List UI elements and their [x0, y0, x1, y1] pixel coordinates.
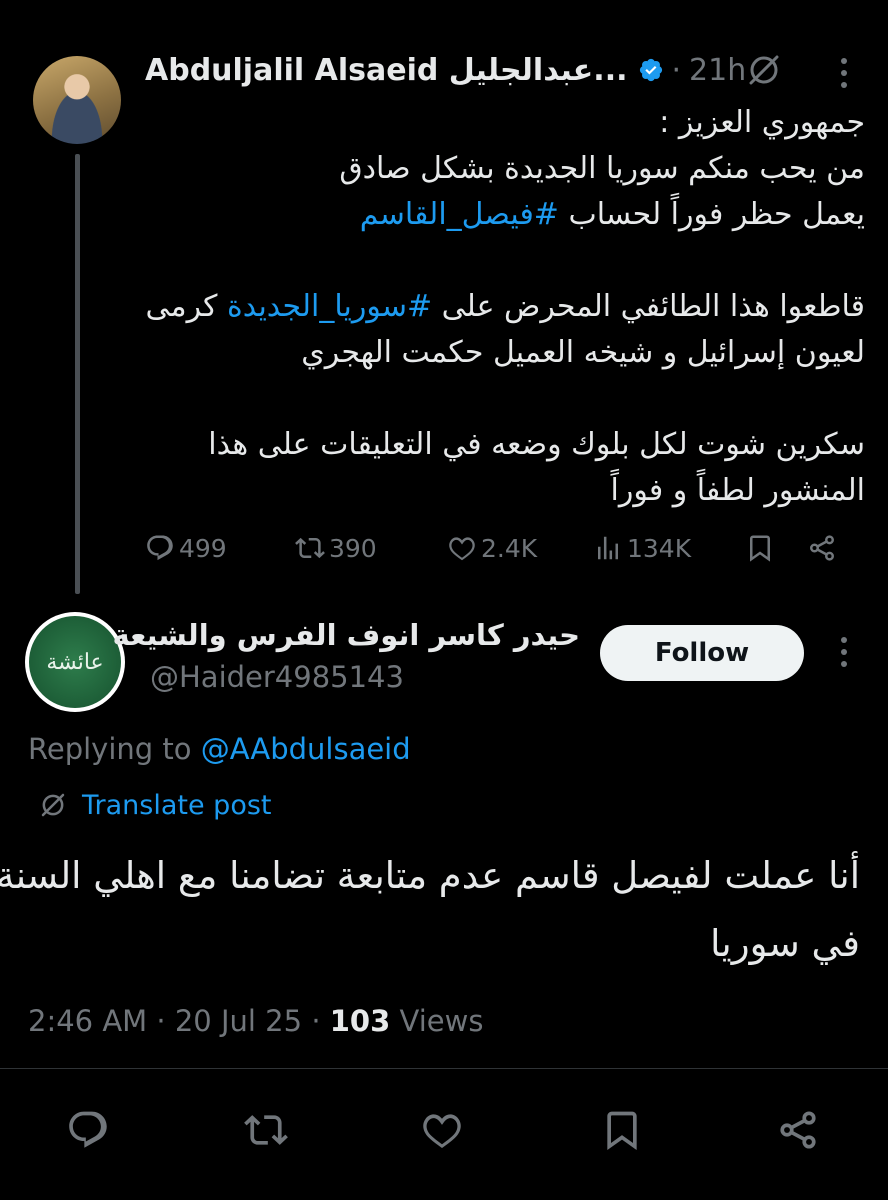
bookmark-button[interactable] — [745, 526, 779, 570]
post-time[interactable]: 21h — [689, 53, 746, 88]
author-avatar[interactable] — [33, 56, 121, 144]
hashtag-link[interactable]: #سوريا_الجديدة — [227, 289, 432, 324]
like-icon — [449, 537, 475, 561]
views-number: 103 — [329, 1004, 391, 1038]
header-separator: · — [671, 52, 682, 88]
follow-button[interactable]: Follow — [600, 625, 804, 681]
post-detail-page: Abduljalil Alsaeid عبدالجليل... · 21h جم… — [0, 0, 888, 1200]
parent-post-actions: 499 390 2.4K 134K — [145, 526, 865, 570]
reply-author-name[interactable]: حيدر كاسر انوف الفرس والشيعة — [113, 618, 581, 662]
post-text-line: سكرين شوت لكل بلوك وضعه في التعليقات على… — [208, 427, 865, 462]
reply-author-avatar[interactable]: عائشة — [25, 612, 125, 712]
meta-separator: · — [311, 1004, 321, 1038]
more-icon[interactable] — [834, 55, 854, 91]
views-label: Views — [390, 1004, 484, 1038]
more-icon[interactable] — [834, 634, 854, 670]
repost-icon — [295, 537, 325, 559]
post-text-line: لعيون إسرائيل و شيخه العميل حكمت الهجري — [301, 335, 865, 370]
reply-author-handle[interactable]: @Haider4985143 — [150, 660, 404, 700]
post-timestamp[interactable]: 2:46 AM — [28, 1004, 147, 1038]
grok-icon[interactable] — [746, 52, 782, 88]
like-count: 2.4K — [481, 533, 538, 563]
post-text-line: في سوريا — [710, 922, 860, 965]
reply-post-text: أنا عملت لفيصل قاسم عدم متابعة تضامنا مع… — [0, 842, 860, 978]
repost-icon — [244, 1115, 288, 1145]
post-text-line: قاطعوا هذا الطائفي المحرض على #سوريا_الج… — [145, 284, 865, 330]
post-text-line: من يحب منكم سوريا الجديدة بشكل صادق — [339, 151, 865, 186]
avatar-logo: عائشة — [29, 616, 121, 708]
repost-button[interactable] — [244, 1108, 288, 1152]
bookmark-icon — [607, 1111, 637, 1151]
author-name[interactable]: Abduljalil Alsaeid عبدالجليل... — [145, 53, 628, 88]
reply-button[interactable] — [66, 1108, 110, 1152]
post-text-line: جمهوري العزيز : — [659, 105, 865, 140]
divider — [0, 1068, 888, 1069]
reply-post-actions — [0, 1100, 888, 1160]
replying-to: Replying to @AAbdulsaeid — [28, 732, 411, 774]
post-date[interactable]: 20 Jul 25 — [175, 1004, 302, 1038]
share-button[interactable] — [807, 526, 841, 570]
reply-icon — [69, 1111, 107, 1148]
avatar-text: عائشة — [46, 649, 104, 675]
bookmark-button[interactable] — [600, 1108, 644, 1152]
hashtag-link[interactable]: #فيصل_القاسم — [360, 197, 559, 232]
reply-button[interactable]: 499 — [145, 526, 227, 570]
post-text-line: أنا عملت لفيصل قاسم عدم متابعة تضامنا مع… — [0, 854, 860, 897]
mention-link[interactable]: @AAbdulsaeid — [201, 732, 411, 766]
like-button[interactable]: 2.4K — [447, 526, 537, 570]
repost-button[interactable]: 390 — [295, 526, 377, 570]
reply-icon — [147, 535, 173, 561]
replying-prefix: Replying to — [28, 732, 201, 766]
bookmark-icon — [750, 535, 770, 562]
post-text-line: المنشور لطفاً و فوراً — [610, 473, 865, 508]
thread-connector-line — [75, 154, 80, 594]
reply-count: 499 — [179, 533, 227, 563]
post-text-fragment: قاطعوا هذا الطائفي المحرض على — [432, 289, 865, 324]
verified-badge-icon — [639, 58, 662, 82]
views-icon — [598, 536, 618, 560]
post-text-fragment: كرمى — [145, 289, 227, 324]
views-button[interactable]: 134K — [593, 526, 691, 570]
share-button[interactable] — [776, 1108, 820, 1152]
repost-count: 390 — [329, 533, 377, 563]
share-icon — [780, 1111, 816, 1149]
meta-separator: · — [156, 1004, 166, 1038]
grok-icon — [41, 793, 65, 817]
share-icon — [810, 535, 834, 561]
post-text-line: يعمل حظر فوراً لحساب #فيصل_القاسم — [145, 192, 865, 238]
post-text-fragment: يعمل حظر فوراً لحساب — [558, 197, 865, 232]
parent-post-text: جمهوري العزيز : من يحب منكم سوريا الجديد… — [145, 100, 865, 514]
translate-label: Translate post — [82, 789, 272, 821]
views-count: 134K — [627, 533, 692, 563]
like-button[interactable] — [420, 1108, 464, 1152]
post-meta: 2:46 AM · 20 Jul 25 · 103 Views — [28, 1004, 483, 1048]
like-icon — [423, 1114, 461, 1148]
translate-post-link[interactable]: Translate post — [38, 785, 272, 825]
